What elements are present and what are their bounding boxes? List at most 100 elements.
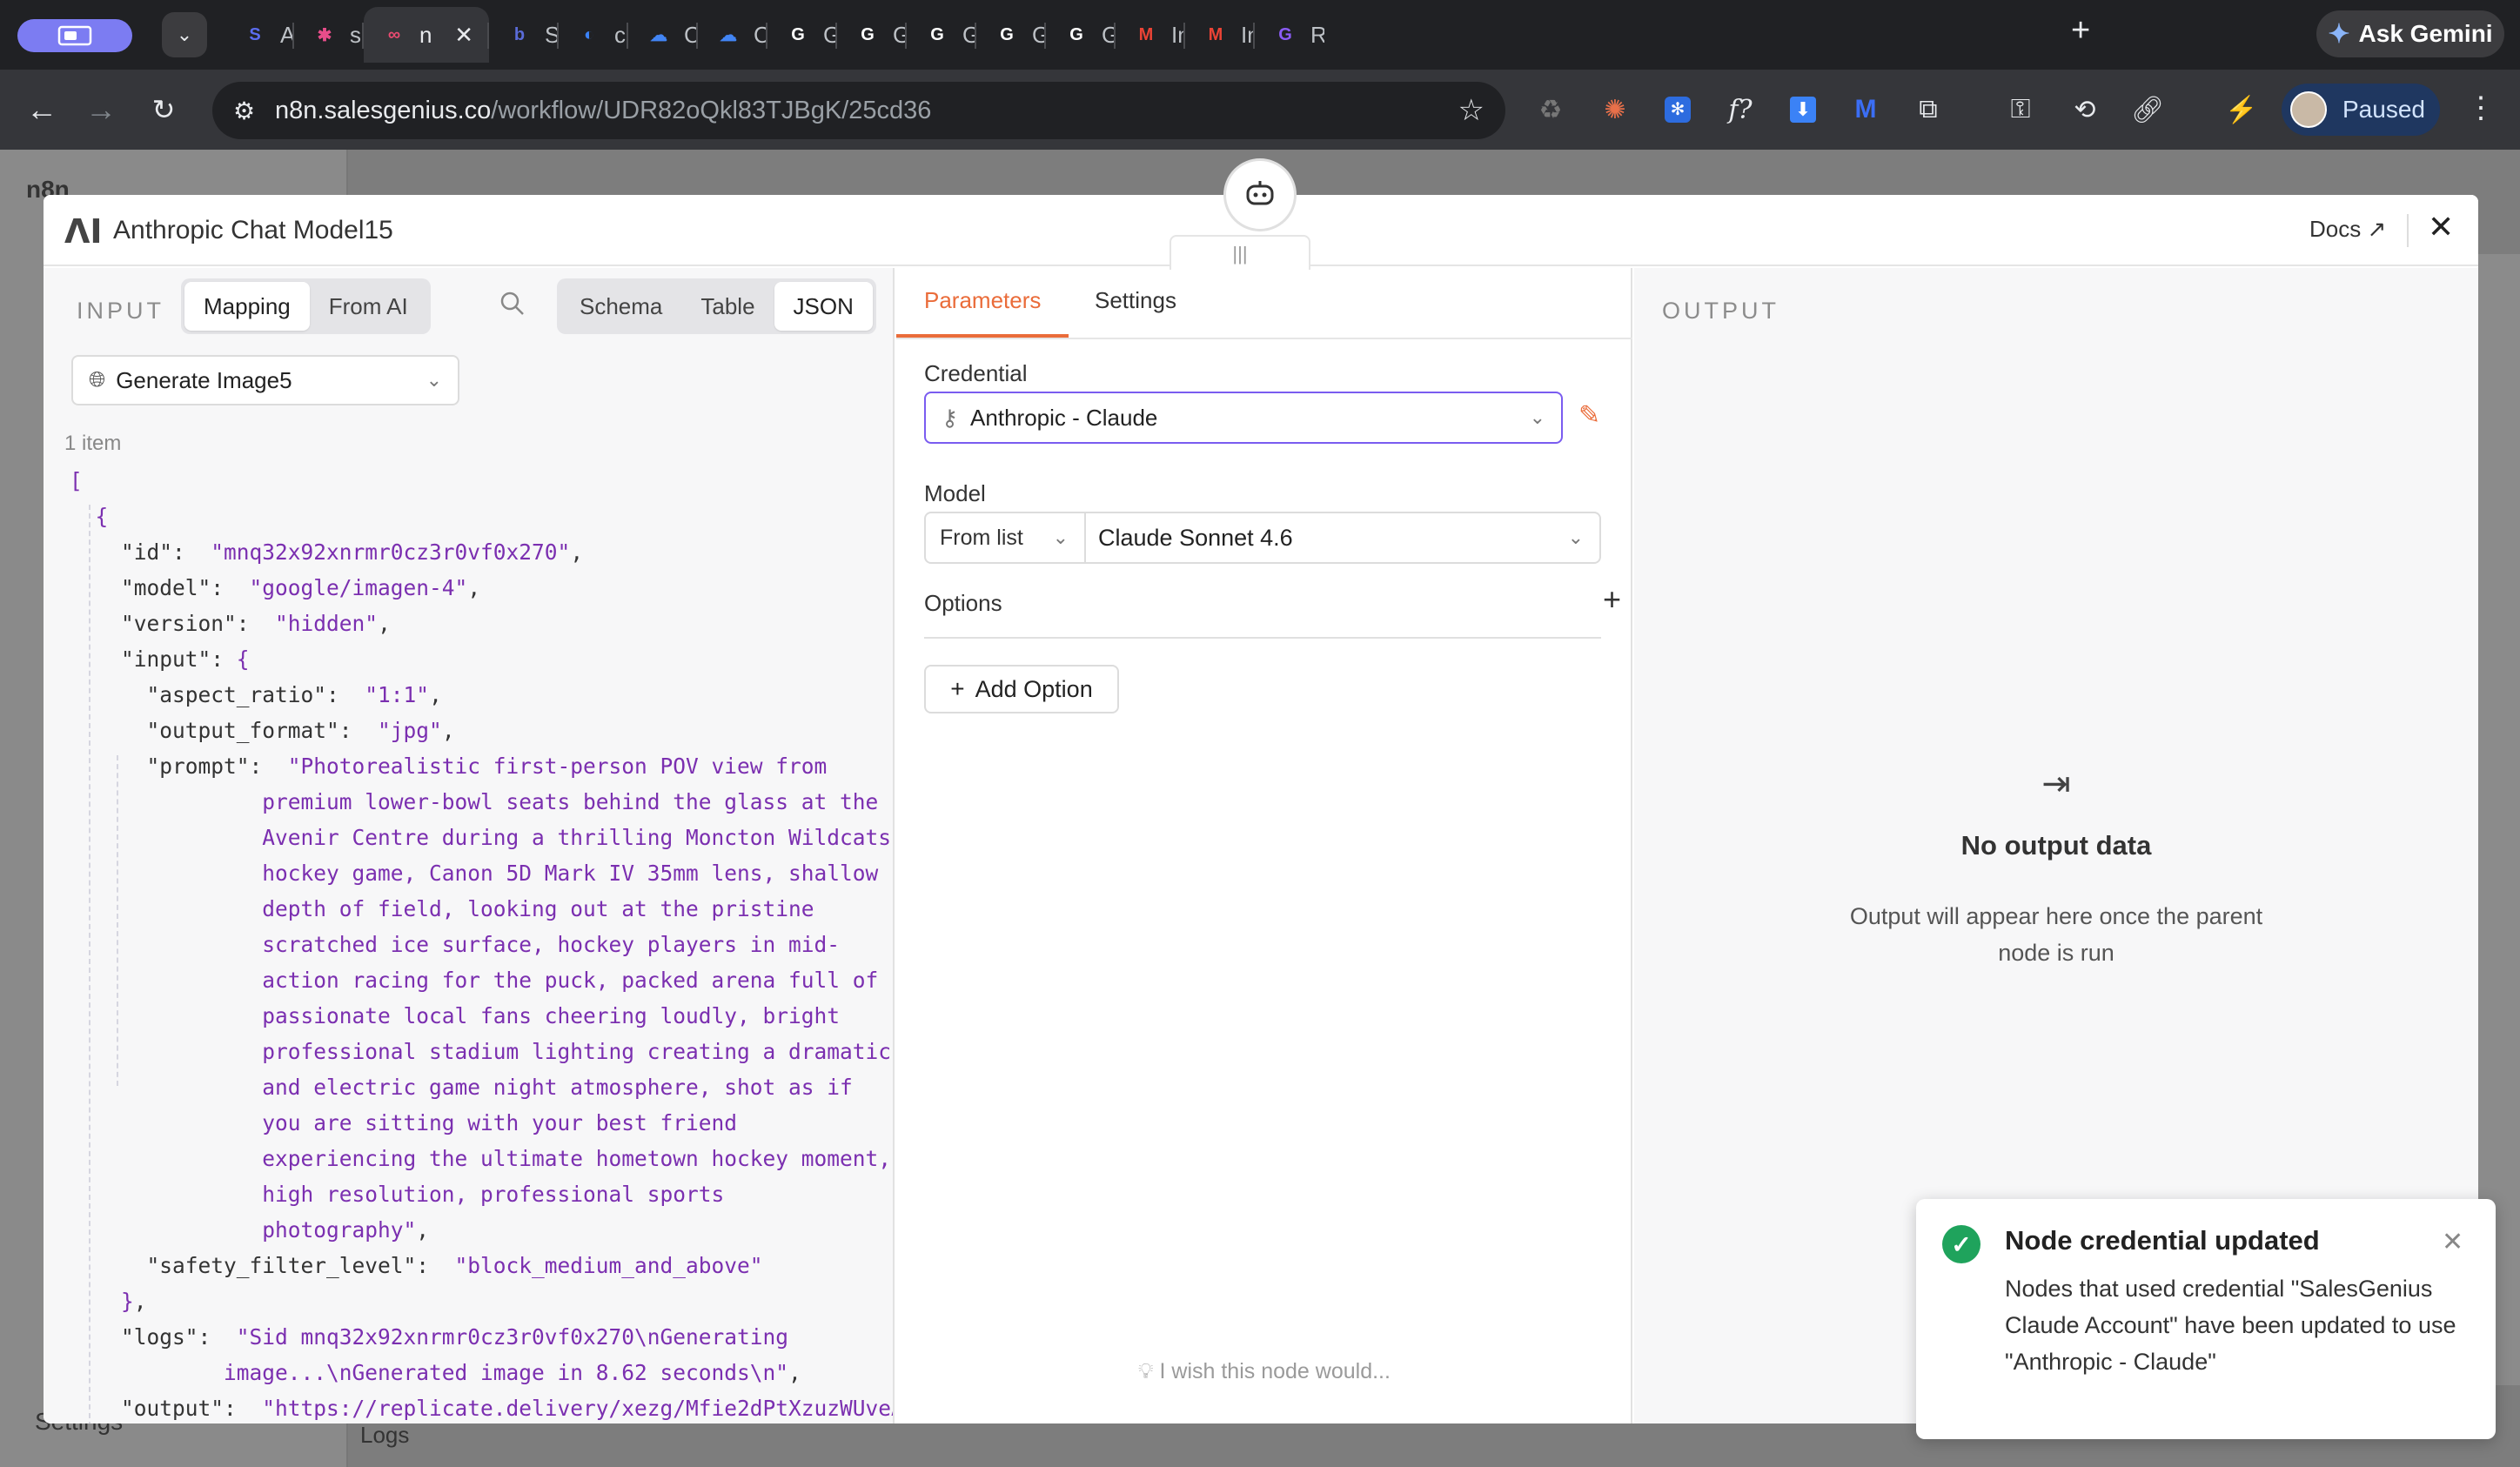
json-line: }, bbox=[121, 1289, 147, 1314]
json-value-prompt[interactable]: action racing for the puck, packed arena… bbox=[262, 968, 878, 993]
site-info-icon[interactable]: ⚙ bbox=[233, 97, 255, 125]
model-select[interactable]: Claude Sonnet 4.6 ⌄ bbox=[1086, 513, 1599, 562]
json-value-id[interactable]: "mnq32x92xnrmr0cz3r0vf0x270" bbox=[211, 539, 570, 565]
json-value-logs[interactable]: "Sid mnq32x92xnrmr0cz3r0vf0x270\nGenerat… bbox=[237, 1324, 788, 1350]
json-viewer: [ { "id": "mnq32x92xnrmr0cz3r0vf0x270", … bbox=[70, 463, 893, 1423]
browser-tab[interactable]: GGoo bbox=[1046, 7, 1116, 63]
json-line: image...\nGenerated image in 8.62 second… bbox=[224, 1360, 801, 1385]
extension-gear-icon[interactable]: ✻ bbox=[1660, 92, 1695, 127]
forward-arrow-icon[interactable]: → bbox=[80, 89, 122, 131]
tab-table[interactable]: Table bbox=[681, 282, 774, 331]
add-options-plus-icon[interactable]: + bbox=[1603, 581, 1621, 618]
json-value-prompt[interactable]: hockey game, Canon 5D Mark IV 35mm lens,… bbox=[262, 861, 878, 886]
feedback-link[interactable]: 💡︎ I wish this node would... bbox=[896, 1359, 1632, 1384]
credential-value: Anthropic - Claude bbox=[970, 404, 1158, 431]
performance-icon[interactable]: ⚡ bbox=[2224, 92, 2259, 127]
json-value-prompt[interactable]: and electric game night atmosphere, shot… bbox=[262, 1075, 853, 1100]
browser-tab[interactable]: ☁Clou bbox=[628, 7, 698, 63]
chevron-down-icon: ⌄ bbox=[1529, 406, 1545, 428]
node-title[interactable]: Anthropic Chat Model15 bbox=[113, 216, 393, 245]
profile-button[interactable]: Paused bbox=[2282, 84, 2440, 136]
json-value-prompt[interactable]: you are sitting with your best friend bbox=[262, 1110, 737, 1135]
input-node-selector[interactable]: 🌐︎ Generate Image5 ⌄ bbox=[71, 355, 459, 405]
json-value-prompt[interactable]: scratched ice surface, hockey players in… bbox=[262, 932, 840, 957]
browser-tab[interactable]: bSales bbox=[489, 7, 559, 63]
close-tab-icon[interactable]: ✕ bbox=[454, 22, 473, 49]
model-mode-select[interactable]: From list ⌄ bbox=[926, 513, 1086, 562]
json-value-logs[interactable]: image...\nGenerated image in 8.62 second… bbox=[224, 1360, 788, 1385]
browser-tab[interactable]: GGoo bbox=[976, 7, 1046, 63]
json-value-prompt[interactable]: professional stadium lighting creating a… bbox=[262, 1039, 891, 1064]
passwords-key-icon[interactable]: ⚿ bbox=[2003, 92, 2038, 127]
json-value-model[interactable]: "google/imagen-4" bbox=[250, 575, 468, 600]
extension-formula-icon[interactable]: f? bbox=[1723, 92, 1758, 127]
json-value-aspect-ratio[interactable]: "1:1" bbox=[365, 682, 429, 707]
address-bar[interactable]: ⚙ n8n.salesgenius.co/workflow/UDR82oQkl8… bbox=[212, 82, 1505, 139]
json-value-prompt[interactable]: photography" bbox=[262, 1217, 416, 1243]
json-value-prompt[interactable]: Avenir Centre during a thrilling Moncton… bbox=[262, 825, 891, 850]
json-value-prompt[interactable]: experiencing the ultimate hometown hocke… bbox=[262, 1146, 891, 1171]
browser-tab[interactable]: ◐clien bbox=[559, 7, 628, 63]
node-type-icon[interactable] bbox=[1223, 158, 1297, 231]
add-option-button[interactable]: + Add Option bbox=[924, 665, 1119, 713]
browser-menu-icon[interactable]: ⋮ bbox=[2466, 90, 2496, 125]
browser-tab[interactable]: ∞ n ✕ bbox=[364, 7, 489, 63]
back-arrow-icon[interactable]: ← bbox=[21, 89, 63, 131]
json-value-safety-filter[interactable]: "block_medium_and_above" bbox=[455, 1253, 763, 1278]
chevron-down-icon: ⌄ bbox=[1567, 526, 1584, 548]
toast-body: Nodes that used credential "SalesGenius … bbox=[2005, 1276, 2456, 1375]
tab-from-ai[interactable]: From AI bbox=[310, 282, 427, 331]
tab-mapping[interactable]: Mapping bbox=[184, 282, 310, 331]
logs-panel-label[interactable]: Logs bbox=[360, 1422, 409, 1449]
search-icon[interactable] bbox=[499, 291, 526, 324]
tab-settings[interactable]: Settings bbox=[1095, 287, 1176, 314]
bookmark-star-icon[interactable]: ☆ bbox=[1458, 93, 1485, 128]
extension-download-icon[interactable]: ⬇ bbox=[1786, 92, 1820, 127]
toast-close-icon[interactable]: ✕ bbox=[2442, 1227, 2463, 1257]
json-value-prompt[interactable]: premium lower-bowl seats behind the glas… bbox=[262, 789, 878, 814]
tab-favicon-icon: b bbox=[513, 24, 526, 44]
docs-link[interactable]: Docs ↗ bbox=[2309, 216, 2386, 243]
browser-tab[interactable]: SAPI k bbox=[225, 7, 294, 63]
browser-tab[interactable]: MInbo bbox=[1116, 7, 1185, 63]
tab-json[interactable]: JSON bbox=[774, 282, 873, 331]
tab-schema[interactable]: Schema bbox=[560, 282, 681, 331]
json-value-prompt[interactable]: passionate local fans cheering loudly, b… bbox=[262, 1003, 840, 1028]
json-value-prompt[interactable]: high resolution, professional sports bbox=[262, 1182, 724, 1207]
new-tab-button[interactable]: + bbox=[2071, 12, 2090, 50]
json-value-prompt[interactable]: depth of field, looking out at the prist… bbox=[262, 896, 814, 921]
browser-tab[interactable]: GGoo bbox=[767, 7, 837, 63]
credential-select[interactable]: ⚷ Anthropic - Claude ⌄ bbox=[924, 392, 1563, 444]
json-line: "id": "mnq32x92xnrmr0cz3r0vf0x270", bbox=[121, 539, 584, 565]
close-icon[interactable]: ✕ bbox=[2428, 209, 2454, 245]
browser-tab[interactable]: ✱sales bbox=[294, 7, 364, 63]
json-value-output-format[interactable]: "jpg" bbox=[378, 718, 442, 743]
url-host: n8n.salesgenius.co bbox=[275, 96, 492, 124]
json-line: "model": "google/imagen-4", bbox=[121, 575, 481, 600]
json-value-output[interactable]: "https://replicate.delivery/xezg/Mfie2dP… bbox=[262, 1396, 893, 1421]
json-value-prompt[interactable]: "Photorealistic first-person POV view fr… bbox=[288, 754, 828, 779]
selected-node-name: Generate Image5 bbox=[116, 366, 292, 393]
url-text: n8n.salesgenius.co/workflow/UDR82oQkl83T… bbox=[275, 97, 931, 125]
history-icon[interactable]: ⟲ bbox=[2068, 92, 2102, 127]
browser-tab[interactable]: ☁Clou bbox=[698, 7, 767, 63]
json-line: experiencing the ultimate hometown hocke… bbox=[70, 1141, 893, 1176]
browser-tab[interactable]: MInbo bbox=[1185, 7, 1255, 63]
panel-drag-handle[interactable]: ||| bbox=[1170, 235, 1310, 270]
extension-recycle-icon[interactable]: ♻ bbox=[1533, 92, 1568, 127]
json-value-version[interactable]: "hidden" bbox=[275, 611, 378, 636]
browser-toolbar: ← → ↻ ⚙ n8n.salesgenius.co/workflow/UDR8… bbox=[0, 70, 2520, 150]
tab-parameters[interactable]: Parameters bbox=[895, 287, 1069, 338]
browser-tab[interactable]: G Rota bbox=[1255, 7, 1324, 63]
tab-search-chevron-icon[interactable]: ⌄ bbox=[162, 12, 207, 57]
tab-group-icon[interactable] bbox=[17, 19, 132, 52]
extension-asterisk-icon[interactable]: ✺ bbox=[1598, 92, 1632, 127]
reload-icon[interactable]: ↻ bbox=[143, 89, 184, 131]
browser-tab[interactable]: GGoo bbox=[837, 7, 907, 63]
ask-gemini-button[interactable]: ✦ Ask Gemini bbox=[2316, 10, 2504, 57]
extension-m-icon[interactable]: M bbox=[1848, 92, 1883, 127]
browser-tab[interactable]: GGoo bbox=[907, 7, 976, 63]
edit-pencil-icon[interactable]: ✎ bbox=[1578, 400, 1600, 431]
link-icon[interactable]: 🔗︎ bbox=[2130, 92, 2165, 127]
extensions-puzzle-icon[interactable]: ⧉ bbox=[1911, 92, 1946, 127]
